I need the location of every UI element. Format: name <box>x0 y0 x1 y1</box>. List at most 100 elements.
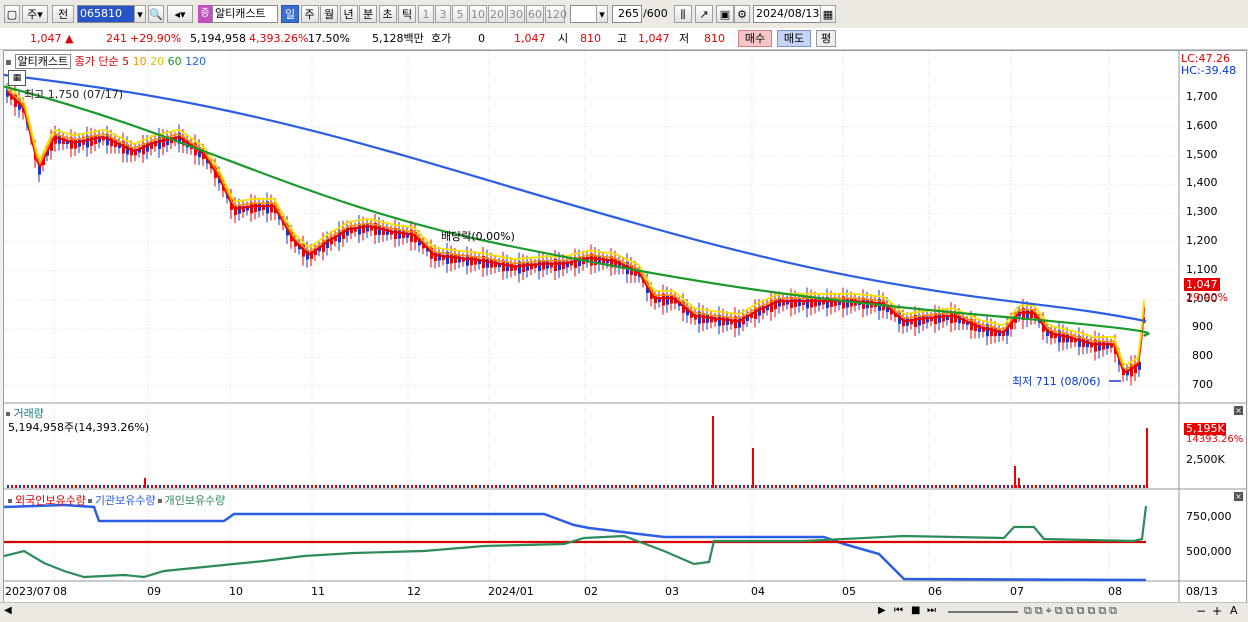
rewind-icon[interactable]: ⏮ <box>894 605 903 616</box>
gear-icon[interactable]: ⚙ <box>734 5 750 23</box>
interval-button[interactable]: 60 <box>526 5 544 23</box>
volume-bar <box>1023 485 1025 488</box>
zoom-in-icon[interactable]: + <box>1212 604 1222 618</box>
volume-bar <box>67 485 69 488</box>
volume-bar <box>1087 485 1089 488</box>
interval-button[interactable]: 3 <box>435 5 451 23</box>
scroll-right-icon[interactable]: ▶ <box>878 605 886 616</box>
interval-button[interactable]: 30 <box>507 5 525 23</box>
volume-bar <box>11 485 13 488</box>
volume-bar <box>1123 485 1125 488</box>
volume-bar <box>567 485 569 488</box>
volume-bar <box>651 485 653 488</box>
prev-button[interactable]: 전 <box>52 5 74 23</box>
stop-icon[interactable]: ■ <box>911 605 920 616</box>
stock-type-badge: 증 <box>198 5 212 23</box>
period-button[interactable]: 일 <box>281 5 299 23</box>
volume-bar <box>835 485 837 488</box>
volume-bar <box>163 485 165 488</box>
screen-icon[interactable]: ▢ <box>4 5 20 23</box>
buy-button[interactable]: 매수 <box>738 30 772 47</box>
dividend-note: 배당락(0.00%) <box>441 230 515 243</box>
holder-legend-item[interactable]: 외국인보유수량 <box>15 494 86 507</box>
count-input[interactable]: 265 <box>612 5 642 23</box>
holder-legend-item[interactable]: 기관보유수량 <box>95 494 156 507</box>
volume-bar <box>1127 485 1129 488</box>
date-input[interactable]: 2024/08/13 <box>753 5 823 23</box>
x-axis-label: 11 <box>311 585 325 598</box>
period-button[interactable]: 월 <box>320 5 338 23</box>
volume-bar <box>895 485 897 488</box>
save-icon[interactable]: ▣ <box>716 5 734 23</box>
volume-bar <box>755 485 757 488</box>
stock-code-input[interactable]: 065810 <box>77 5 137 23</box>
volume-bar <box>995 485 997 488</box>
low-note: 최저 711 (08/06) <box>1012 375 1101 388</box>
volume-bar <box>1039 485 1041 488</box>
draw-tool-icon[interactable]: ↗ <box>695 5 713 23</box>
volume-icon[interactable]: ◂▾ <box>167 5 193 23</box>
font-size-icon[interactable]: A <box>1230 604 1238 617</box>
volume-bar <box>891 485 893 488</box>
chart-tools-icons[interactable]: ⧉⧉⌖⧉⧉⧉⧉⧉⧉ <box>1024 604 1120 618</box>
volume-bar <box>347 485 349 488</box>
volume-bar <box>875 485 877 488</box>
scroll-left-icon[interactable]: ◀ <box>4 605 12 616</box>
volume-bar <box>923 485 925 488</box>
candle-body <box>810 297 813 308</box>
volume-bar <box>543 485 545 488</box>
volume-bar <box>383 485 385 488</box>
interval-button[interactable]: 120 <box>545 5 567 23</box>
search-icon[interactable]: 🔍 <box>148 5 164 23</box>
code-dropdown[interactable]: ▾ <box>134 5 146 23</box>
ma-period-label: 20 <box>146 55 165 68</box>
interval-button[interactable]: 5 <box>452 5 468 23</box>
up-arrow-icon: ▲ <box>65 32 74 45</box>
candle-icon[interactable]: ⫼ <box>674 5 692 23</box>
candle-body <box>542 260 545 270</box>
volume-bar <box>231 485 233 488</box>
period-button[interactable]: 틱 <box>398 5 416 23</box>
volume-bar <box>1103 485 1105 488</box>
volume-bar <box>859 485 861 488</box>
period-button[interactable]: 주 <box>300 5 319 23</box>
volume-bar <box>607 485 609 488</box>
volume-bar <box>903 485 905 488</box>
interval-dropdown[interactable]: ▾ <box>596 5 608 23</box>
fast-forward-icon[interactable]: ⏭ <box>927 605 936 616</box>
volume-bar <box>331 485 333 488</box>
interval-button[interactable]: 1 <box>418 5 434 23</box>
calendar-icon[interactable]: ▦ <box>820 5 836 23</box>
table-icon[interactable]: ▦ <box>8 70 26 86</box>
sell-button[interactable]: 매도 <box>777 30 811 47</box>
volume-bar <box>327 485 329 488</box>
zoom-out-icon[interactable]: − <box>1196 604 1206 618</box>
market-select[interactable]: 주▾ <box>22 5 48 23</box>
holder-legend-item[interactable]: 개인보유수량 <box>165 494 226 507</box>
period-button[interactable]: 년 <box>339 5 358 23</box>
close-icon[interactable]: × <box>1234 406 1243 415</box>
volume-bar <box>255 485 257 488</box>
volume-bar <box>144 478 146 488</box>
period-button[interactable]: 초 <box>378 5 397 23</box>
eval-button[interactable]: 평 <box>816 30 836 47</box>
volume-bar <box>19 485 21 488</box>
volume-bar <box>851 485 853 488</box>
candle-body <box>506 262 509 272</box>
high-price: 1,047 <box>638 32 670 45</box>
volume-bar <box>195 485 197 488</box>
close-icon[interactable]: × <box>1234 492 1243 501</box>
interval-button[interactable]: 10 <box>469 5 487 23</box>
volume-bar <box>735 485 737 488</box>
period-button[interactable]: 분 <box>359 5 377 23</box>
volume-bar <box>1091 485 1093 488</box>
price-panel-title[interactable]: 알티캐스트 <box>14 54 72 69</box>
volume-bar <box>447 485 449 488</box>
chart-area[interactable] <box>3 50 1247 604</box>
candle-body <box>922 315 925 324</box>
volume-bar <box>423 485 425 488</box>
zoom-slider[interactable] <box>948 611 1018 613</box>
volume-bar <box>931 485 933 488</box>
volume-bar <box>967 485 969 488</box>
interval-button[interactable]: 20 <box>488 5 506 23</box>
